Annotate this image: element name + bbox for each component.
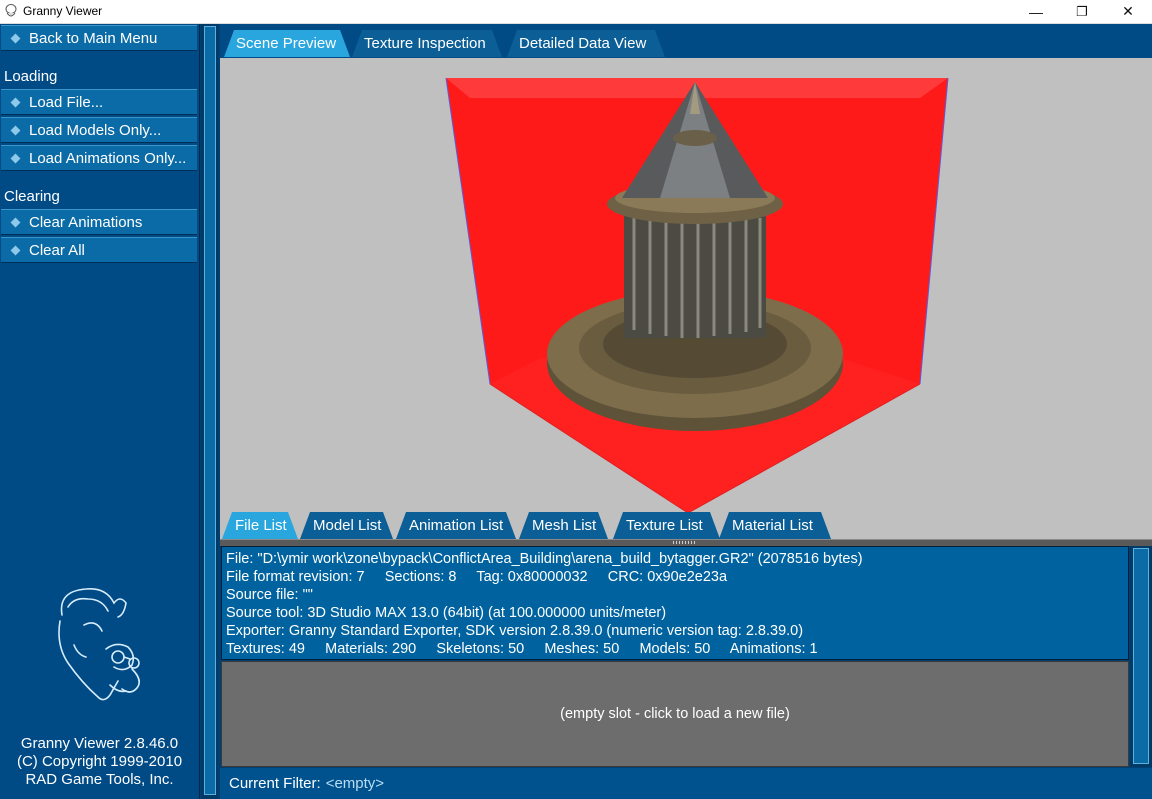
filter-value[interactable]: <empty>: [326, 775, 384, 792]
window-title: Granny Viewer: [23, 4, 103, 18]
counts-line: Textures: 49 Materials: 290 Skeletons: 5…: [226, 641, 818, 657]
tab-label: File List: [235, 517, 287, 534]
about-version: Granny Viewer 2.8.46.0: [20, 735, 179, 752]
exporter-line: Exporter: Granny Standard Exporter, SDK …: [226, 623, 804, 639]
tab-label: Texture Inspection: [364, 35, 486, 52]
sidebar-scrollbar-thumb[interactable]: [204, 26, 216, 795]
tab-texture-inspection[interactable]: Texture Inspection: [352, 30, 502, 57]
button-label: Clear Animations: [29, 213, 143, 231]
diamond-bullet-icon: [10, 217, 21, 227]
button-label: Load Models Only...: [29, 121, 162, 139]
tab-label: Animation List: [409, 517, 504, 534]
restore-button[interactable]: ❐: [1059, 0, 1105, 23]
tab-label: Detailed Data View: [519, 35, 647, 52]
file-list-scrollbar[interactable]: [1130, 546, 1152, 767]
bottom-tab-bar: File List Model List Animation List Mesh…: [220, 512, 1152, 540]
close-icon: ✕: [1122, 3, 1134, 19]
section-heading-loading: Loading: [4, 68, 58, 85]
scene-render: [445, 77, 949, 514]
tab-animation-list[interactable]: Animation List: [396, 512, 516, 539]
file-format-line: File format revision: 7 Sections: 8 Tag:…: [226, 569, 728, 585]
tab-label: Material List: [732, 517, 813, 534]
button-label: Clear All: [29, 241, 85, 259]
diamond-bullet-icon: [10, 97, 21, 107]
top-tab-bar: Scene Preview Texture Inspection Detaile…: [220, 24, 1152, 58]
title-bar: Granny Viewer — ❐ ✕: [0, 0, 1152, 24]
tab-mesh-list[interactable]: Mesh List: [519, 512, 608, 539]
clear-animations-button[interactable]: Clear Animations: [1, 209, 197, 235]
file-list-scrollbar-thumb[interactable]: [1133, 548, 1149, 764]
file-info-panel[interactable]: File: "D:\ymir work\zone\bypack\Conflict…: [221, 546, 1129, 660]
filter-bar[interactable]: Current Filter: <empty>: [220, 768, 1152, 799]
minimize-button[interactable]: —: [1013, 0, 1059, 23]
tab-label: Mesh List: [532, 517, 597, 534]
diamond-bullet-icon: [10, 33, 21, 43]
restore-icon: ❐: [1076, 3, 1088, 19]
source-file-line: Source file: "": [226, 587, 313, 603]
load-models-only-button[interactable]: Load Models Only...: [1, 117, 197, 143]
diamond-bullet-icon: [10, 153, 21, 163]
load-animations-only-button[interactable]: Load Animations Only...: [1, 145, 197, 171]
button-label: Load File...: [29, 93, 104, 111]
tab-scene-preview[interactable]: Scene Preview: [224, 30, 350, 57]
minimize-icon: —: [1029, 3, 1043, 20]
tab-detailed-data-view[interactable]: Detailed Data View: [507, 30, 665, 57]
diamond-bullet-icon: [10, 125, 21, 135]
granny-app-icon: [5, 4, 17, 17]
load-file-button[interactable]: Load File...: [1, 89, 197, 115]
about-copyright: (C) Copyright 1999-2010: [16, 753, 183, 770]
clear-all-button[interactable]: Clear All: [1, 237, 197, 263]
tab-label: Scene Preview: [236, 35, 337, 52]
about-company: RAD Game Tools, Inc.: [25, 771, 174, 788]
tab-texture-list[interactable]: Texture List: [613, 512, 720, 539]
tab-material-list[interactable]: Material List: [719, 512, 831, 539]
button-label: Back to Main Menu: [29, 29, 158, 47]
splitter-grip-icon[interactable]: [673, 541, 697, 544]
back-to-main-menu-button[interactable]: Back to Main Menu: [1, 25, 197, 51]
granny-logo: [58, 587, 140, 701]
sidebar: Back to Main Menu Loading Load File... L…: [0, 24, 200, 799]
empty-file-slot[interactable]: (empty slot - click to load a new file): [221, 661, 1129, 767]
section-heading-clearing: Clearing: [4, 188, 60, 205]
tab-file-list[interactable]: File List: [222, 512, 298, 539]
close-button[interactable]: ✕: [1105, 0, 1151, 23]
file-path-line: File: "D:\ymir work\zone\bypack\Conflict…: [226, 551, 863, 567]
tab-label: Model List: [313, 517, 382, 534]
source-tool-line: Source tool: 3D Studio MAX 13.0 (64bit) …: [226, 605, 667, 621]
tab-label: Texture List: [626, 517, 703, 534]
button-label: Load Animations Only...: [29, 149, 187, 167]
sidebar-scrollbar[interactable]: [201, 24, 218, 799]
filter-label: Current Filter:: [229, 775, 321, 792]
empty-slot-label: (empty slot - click to load a new file): [560, 706, 790, 722]
tab-model-list[interactable]: Model List: [300, 512, 393, 539]
panel-splitter[interactable]: [220, 539, 1152, 546]
scene-preview-viewport[interactable]: [220, 58, 1152, 540]
diamond-bullet-icon: [10, 245, 21, 255]
